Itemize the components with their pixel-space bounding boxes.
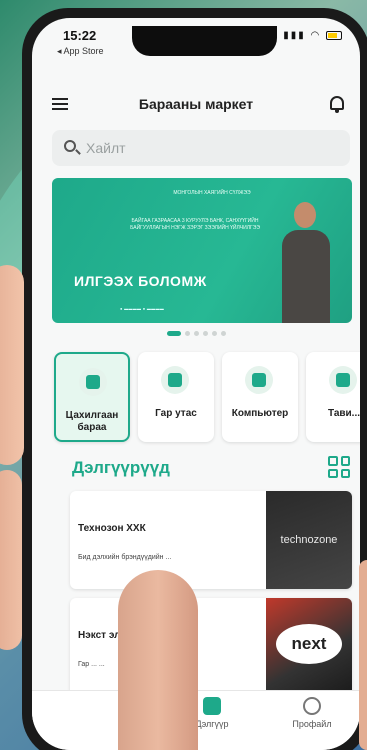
carousel-dot[interactable] <box>211 331 217 336</box>
category-label: Тави... <box>327 408 360 419</box>
category-mobile[interactable]: Гар утас <box>138 352 214 442</box>
carousel-dot[interactable] <box>202 331 208 336</box>
shop-name: Технозон ХХК <box>78 523 146 534</box>
category-computer[interactable]: Компьютер <box>222 352 298 442</box>
category-electronics[interactable]: Цахилгаан бараа <box>54 352 130 442</box>
status-icons: ▮▮▮ ◠ <box>283 30 342 41</box>
shop-logo-image: next <box>266 598 352 696</box>
carousel-dot[interactable] <box>193 331 199 336</box>
category-label: Гар утас <box>155 408 197 419</box>
banner-footer-contacts: ● ▬▬▬▬ ● ▬▬▬▬ <box>120 306 165 311</box>
status-time: 15:22 <box>63 28 97 43</box>
appliance-icon <box>79 368 107 396</box>
phone-notch <box>132 26 277 56</box>
app-store-back-link[interactable]: ◂ App Store <box>57 46 104 57</box>
category-label: Компьютер <box>231 408 289 419</box>
signal-icon: ▮▮▮ <box>283 30 306 41</box>
search-icon <box>64 140 76 152</box>
store-icon <box>203 697 221 715</box>
tab-label: Профайл <box>292 719 332 729</box>
shop-logo-image: technozone <box>266 491 352 589</box>
hand-thumb-left <box>0 265 24 465</box>
hand-fingers-left <box>0 470 22 650</box>
shop-card-next[interactable]: Нэкст эл... Гар ... ... next <box>70 598 352 696</box>
promo-banner[interactable]: МОНГОЛЫН ХАЯГИЙН СҮЛЖЭЭ БАЙГАА ГАЗРААСАА… <box>52 178 352 323</box>
search-input[interactable] <box>86 130 306 166</box>
page-title: Барааны маркет <box>138 96 254 112</box>
next-logo: next <box>276 624 342 664</box>
profile-icon <box>303 697 321 715</box>
search-bar[interactable] <box>52 130 350 166</box>
monitor-icon <box>245 366 273 394</box>
grid-view-icon[interactable] <box>328 456 350 478</box>
phone-icon <box>161 366 189 394</box>
banner-headline: ИЛГЭЭХ БОЛОМЖ <box>74 273 207 289</box>
tab-profile[interactable]: Профайл <box>282 697 342 729</box>
shop-card-technozone[interactable]: Технозон ХХК Бид дэлхийн брэндүүдийн ...… <box>70 491 352 589</box>
furniture-icon <box>329 366 357 394</box>
section-title-shops: Дэлгүүрүүд <box>72 458 170 477</box>
wifi-icon: ◠ <box>310 30 322 41</box>
shop-description: Бид дэлхийн брэндүүдийн ... <box>78 554 172 561</box>
app-header: Барааны маркет <box>32 90 360 120</box>
category-furniture[interactable]: Тави... <box>306 352 360 442</box>
banner-logo: МОНГОЛЫН ХАЯГИЙН СҮЛЖЭЭ <box>173 190 251 196</box>
carousel-dot[interactable] <box>220 331 226 336</box>
notification-bell-icon[interactable] <box>330 96 344 113</box>
hand-fingers-right <box>359 560 367 750</box>
carousel-indicator <box>32 331 360 336</box>
carousel-dot[interactable] <box>184 331 190 336</box>
battery-icon <box>326 30 342 40</box>
banner-person-image <box>276 198 336 323</box>
pointing-finger <box>118 570 198 750</box>
category-label: Цахилгаан бараа <box>65 410 119 433</box>
category-list: Цахилгаан бараа Гар утас Компьютер Тави.… <box>54 352 360 444</box>
carousel-dot-active[interactable] <box>166 331 181 336</box>
banner-description: БАЙГАА ГАЗРААСАА 3 КУРУУЛЭ БАНК, САНХҮҮГ… <box>130 218 260 231</box>
